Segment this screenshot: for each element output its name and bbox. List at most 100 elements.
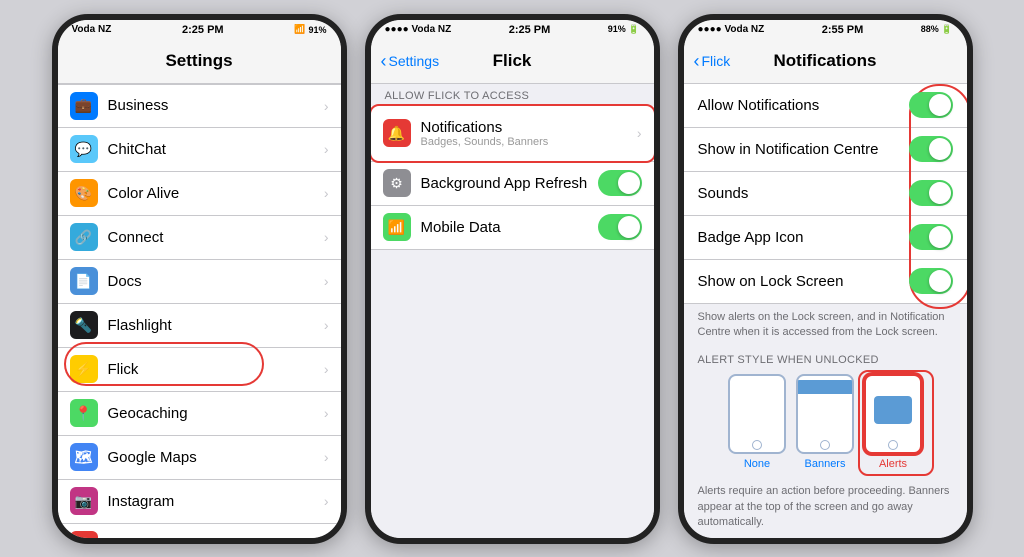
battery-1: 📶 91% — [294, 24, 326, 35]
flick-section-header: ALLOW FLICK TO ACCESS — [371, 84, 654, 106]
flick-notifications-row[interactable]: 🔔 Notifications Badges, Sounds, Banners … — [371, 106, 654, 162]
app-label-chitchat: ChitChat — [108, 141, 314, 158]
status-bar-1: Voda NZ 2:25 PM 📶 91% — [58, 20, 341, 40]
list-item[interactable]: 💼 Business › — [58, 84, 341, 128]
chevron-icon: › — [324, 273, 329, 289]
list-item[interactable]: 🗺 Google Maps › — [58, 436, 341, 480]
list-item-flick[interactable]: ⚡ Flick › — [58, 348, 341, 392]
chevron-icon: › — [324, 185, 329, 201]
phone-mock-none — [728, 374, 786, 454]
time-3: 2:55 PM — [822, 24, 864, 36]
list-item[interactable]: 📍 Geocaching › — [58, 392, 341, 436]
carrier-1: Voda NZ — [72, 24, 112, 35]
list-item[interactable]: 🔦 Flashlight › — [58, 304, 341, 348]
badge-app-icon-label: Badge App Icon — [698, 229, 899, 246]
battery-2: 91% 🔋 — [608, 24, 640, 35]
nav-title-1: Settings — [165, 51, 232, 71]
app-icon-coloralive: 🎨 — [70, 179, 98, 207]
app-icon-chitchat: 💬 — [70, 135, 98, 163]
mobiledata-toggle[interactable] — [598, 214, 642, 240]
back-chevron-icon: ‹ — [381, 52, 387, 70]
carrier-3: ●●●● Voda NZ — [698, 24, 765, 35]
show-lock-screen-toggle[interactable] — [909, 268, 953, 294]
carrier-2: ●●●● Voda NZ — [385, 24, 452, 35]
mobiledata-label: Mobile Data — [421, 219, 588, 236]
alert-style-alerts[interactable]: Alerts — [864, 374, 922, 470]
app-label-docs: Docs — [108, 273, 314, 290]
nav-title-3: Notifications — [774, 51, 877, 71]
show-notif-centre-row[interactable]: Show in Notification Centre — [684, 128, 967, 172]
show-notif-centre-toggle[interactable] — [909, 136, 953, 162]
refresh-toggle[interactable] — [598, 170, 642, 196]
app-icon-flashlight: 🔦 — [70, 311, 98, 339]
chevron-icon: › — [324, 317, 329, 333]
chevron-icon: › — [324, 405, 329, 421]
alert-style-none[interactable]: None — [728, 374, 786, 470]
badge-app-icon-row[interactable]: Badge App Icon — [684, 216, 967, 260]
show-lock-screen-row[interactable]: Show on Lock Screen — [684, 260, 967, 304]
alert-banners-label: Banners — [805, 458, 846, 470]
app-label-lesmills: Les Mills NZ — [108, 537, 314, 538]
list-item[interactable]: L Les Mills NZ › — [58, 524, 341, 538]
sounds-toggle[interactable] — [909, 180, 953, 206]
home-btn-icon — [752, 440, 762, 450]
alert-style-section: ALERT STYLE WHEN UNLOCKED None — [684, 346, 967, 478]
list-item[interactable]: 📄 Docs › — [58, 260, 341, 304]
flick-content: ALLOW FLICK TO ACCESS 🔔 Notifications Ba… — [371, 84, 654, 538]
chevron-icon: › — [324, 493, 329, 509]
alert-alerts-label: Alerts — [879, 458, 907, 470]
app-icon-docs: 📄 — [70, 267, 98, 295]
list-item[interactable]: 🎨 Color Alive › — [58, 172, 341, 216]
chevron-icon: › — [324, 449, 329, 465]
list-item[interactable]: 🔗 Connect › — [58, 216, 341, 260]
alert-style-header: ALERT STYLE WHEN UNLOCKED — [698, 354, 953, 366]
flick-refresh-row[interactable]: ⚙ Background App Refresh — [371, 162, 654, 206]
back-chevron-icon: ‹ — [694, 52, 700, 70]
settings-section: 💼 Business › 💬 ChitChat › 🎨 Color Alive … — [58, 84, 341, 538]
show-notif-centre-label: Show in Notification Centre — [698, 141, 899, 158]
status-bar-2: ●●●● Voda NZ 2:25 PM 91% 🔋 — [371, 20, 654, 40]
alert-box-preview — [874, 396, 912, 424]
chevron-icon: › — [324, 361, 329, 377]
allow-notif-toggle[interactable] — [909, 92, 953, 118]
back-button-3[interactable]: ‹ Flick — [694, 53, 731, 70]
phone-3: ●●●● Voda NZ 2:55 PM 88% 🔋 ‹ Flick Notif… — [678, 14, 973, 544]
home-btn-icon — [820, 440, 830, 450]
back-button-2[interactable]: ‹ Settings — [381, 53, 440, 70]
back-label-2: Settings — [389, 53, 440, 69]
app-label-business: Business — [108, 97, 314, 114]
app-icon-flick: ⚡ — [70, 355, 98, 383]
app-label-googlemaps: Google Maps — [108, 449, 314, 466]
alert-styles-container: None Banners — [698, 374, 953, 470]
sounds-label: Sounds — [698, 185, 899, 202]
app-icon-business: 💼 — [70, 92, 98, 120]
allow-notif-row[interactable]: Allow Notifications — [684, 84, 967, 128]
app-label-geocaching: Geocaching — [108, 405, 314, 422]
nav-bar-1: Settings — [58, 40, 341, 84]
settings-list[interactable]: 💼 Business › 💬 ChitChat › 🎨 Color Alive … — [58, 84, 341, 538]
banner-preview — [798, 380, 852, 394]
flick-mobiledata-row[interactable]: 📶 Mobile Data — [371, 206, 654, 250]
time-2: 2:25 PM — [509, 24, 551, 36]
badge-app-icon-toggle[interactable] — [909, 224, 953, 250]
alert-style-banners[interactable]: Banners — [796, 374, 854, 470]
home-btn-icon — [888, 440, 898, 450]
mobiledata-text: Mobile Data — [421, 219, 588, 236]
chevron-icon: › — [324, 141, 329, 157]
app-icon-instagram: 📷 — [70, 487, 98, 515]
chevron-icon: › — [324, 98, 329, 114]
nav-bar-2: ‹ Settings Flick — [371, 40, 654, 84]
mobiledata-icon: 📶 — [383, 213, 411, 241]
list-item[interactable]: 💬 ChitChat › — [58, 128, 341, 172]
chevron-icon: › — [637, 125, 642, 141]
list-item[interactable]: 📷 Instagram › — [58, 480, 341, 524]
phone-mock-banners — [796, 374, 854, 454]
notifications-icon: 🔔 — [383, 119, 411, 147]
lock-screen-desc: Show alerts on the Lock screen, and in N… — [684, 304, 967, 347]
sounds-row[interactable]: Sounds — [684, 172, 967, 216]
signal-icon: 📶 — [294, 24, 305, 35]
phone-2: ●●●● Voda NZ 2:25 PM 91% 🔋 ‹ Settings Fl… — [365, 14, 660, 544]
battery-3: 88% 🔋 — [921, 24, 953, 35]
phones-container: Voda NZ 2:25 PM 📶 91% Settings 💼 Busines… — [42, 4, 983, 554]
app-icon-connect: 🔗 — [70, 223, 98, 251]
